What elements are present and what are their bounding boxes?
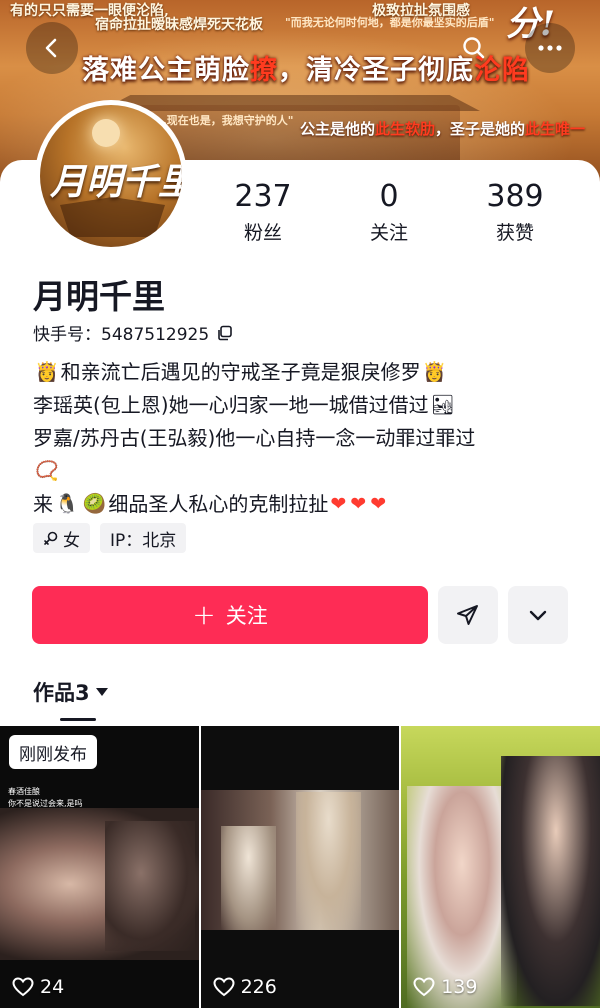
princess-emoji-icon: 👸 [35,361,59,383]
avatar-image: 月明千里 [40,105,182,247]
like-count-value: 24 [40,976,65,998]
video-thumbnail-figure [295,792,361,930]
video-caption: 春酒佳酿 你不是说过会来,是吗 [8,787,83,808]
follow-button[interactable]: + 关注 [32,586,428,644]
caret-down-icon [95,688,108,696]
bio-line-1-text: 和亲流亡后遇见的守戒圣子竟是狠戾修罗 [60,360,421,384]
bio-line-5: 来 🐧 🥝 细品圣人私心的克制拉扯 ❤ ❤ ❤ [33,488,578,521]
avatar[interactable]: 月明千里 [35,100,187,252]
moon-shape [92,119,120,147]
heart-outline-icon [213,977,235,997]
kiwi-emoji-icon: 🥝 [82,493,107,515]
profile-tags: 女 IP：北京 [33,523,187,553]
banner-headline-a: 落难公主萌脸 [82,55,250,86]
kuaishou-id: 快手号：5487512925 [33,325,210,345]
bio-line-2-text: 李瑶英(包上恩)她一心归家一地一城借过借过 [33,393,429,417]
banner-sub-b: 此生软肋 [375,120,436,138]
heart-on-fire-emoji-icon: ❤ [350,493,367,515]
bio-line-3-text: 罗嘉/苏丹古(王弘毅)他一心自持一念一动罪过罪过 [33,426,476,450]
avatar-title: 月明千里 [50,161,182,203]
like-count-value: 139 [441,976,478,998]
stat-following-value: 0 [379,179,399,214]
new-post-badge: 刚刚发布 [9,735,97,769]
search-icon [463,37,485,59]
stat-followers-label: 粉丝 [243,222,282,244]
stat-followers[interactable]: 237 粉丝 [208,180,318,245]
like-count: 139 [413,976,477,998]
follow-button-label: 关注 [225,604,268,628]
stat-likes[interactable]: 389 获赞 [460,180,570,245]
heart-outline-icon [12,977,34,997]
like-count: 226 [213,976,277,998]
banner-text-top-left-2: 宿命拉扯暧昧感焊死天花板 [95,17,263,33]
banner-headline-c: ，清冷圣子彻底 [278,55,474,86]
stat-following-label: 关注 [369,222,408,244]
female-icon [44,531,58,545]
stat-likes-label: 获赞 [495,222,534,244]
send-icon [457,605,478,625]
chevron-down-icon [529,610,547,621]
like-count-value: 226 [240,976,277,998]
princess-emoji-icon: 👸 [422,361,447,383]
plus-icon: + [192,598,216,631]
stat-likes-value: 389 [486,179,544,214]
banner-text-top-right: 极致拉扯氛围感 [372,3,470,19]
more-button[interactable] [525,23,575,73]
stat-following[interactable]: 0 关注 [334,180,444,245]
bio-line-4: 📿 [33,455,578,488]
heart-outline-icon [413,977,435,997]
heart-on-fire-emoji-icon: ❤ [370,493,387,515]
more-dots-icon [538,45,562,51]
stat-followers-value: 237 [234,179,292,214]
gender-tag: 女 [33,523,90,553]
banner-sub-c: ，圣子是她的 [435,120,526,138]
works-grid: 春酒佳酿 你不是说过会来,是吗 刚刚发布 24 226 139 [0,726,600,1008]
ip-tag-label: IP：北京 [110,530,177,551]
banner-quote-2: "…现在也是，我想守护的人" [150,114,294,127]
banner-sub-d: 此生唯一 [525,120,586,138]
tab-works-label: 作品3 [33,681,90,705]
like-count: 24 [12,976,64,998]
banner-sub-a: 公主是他的 [300,120,376,138]
desert-emoji-icon: 🏜 [430,394,455,416]
ip-tag: IP：北京 [100,523,187,553]
video-thumbnail-figure [105,821,195,951]
back-button[interactable] [26,22,78,74]
kuaishou-id-row: 快手号：5487512925 [33,320,233,345]
video-tile[interactable]: 139 [401,726,600,1008]
bio-line-5-prefix: 来 [33,492,53,516]
gender-tag-label: 女 [63,530,80,551]
tab-works-underline [60,718,96,721]
bio-line-5-text: 细品圣人私心的克制拉扯 [108,492,329,516]
share-button[interactable] [438,586,498,644]
tab-works[interactable]: 作品3 [33,677,108,707]
banner-subline: 公主是他的此生软肋，圣子是她的此生唯一 [300,118,585,139]
video-thumbnail-figure [220,826,276,930]
search-button[interactable] [452,26,496,70]
bio-line-3: 罗嘉/苏丹古(王弘毅)他一心自持一念一动罪过罪过 [33,422,578,455]
video-thumbnail-figure [501,756,600,1006]
profile-name: 月明千里 [33,277,165,316]
heart-on-fire-emoji-icon: ❤ [330,493,347,515]
copy-icon[interactable] [217,325,233,341]
chevron-left-icon [45,38,57,58]
bio-line-1: 👸 和亲流亡后遇见的守戒圣子竟是狠戾修罗 👸 [33,356,578,389]
penguin-emoji-icon: 🐧 [55,493,79,515]
banner-headline-b: 撩 [250,55,278,86]
expand-button[interactable] [508,586,568,644]
bio: 👸 和亲流亡后遇见的守戒圣子竟是狠戾修罗 👸 李瑶英(包上恩)她一心归家一地一城借过… [33,356,578,521]
bio-line-2: 李瑶英(包上恩)她一心归家一地一城借过借过 🏜 [33,389,578,422]
prayer-beads-emoji-icon: 📿 [35,460,59,482]
video-tile[interactable]: 春酒佳酿 你不是说过会来,是吗 刚刚发布 24 [0,726,199,1008]
video-tile[interactable]: 226 [200,726,400,1008]
